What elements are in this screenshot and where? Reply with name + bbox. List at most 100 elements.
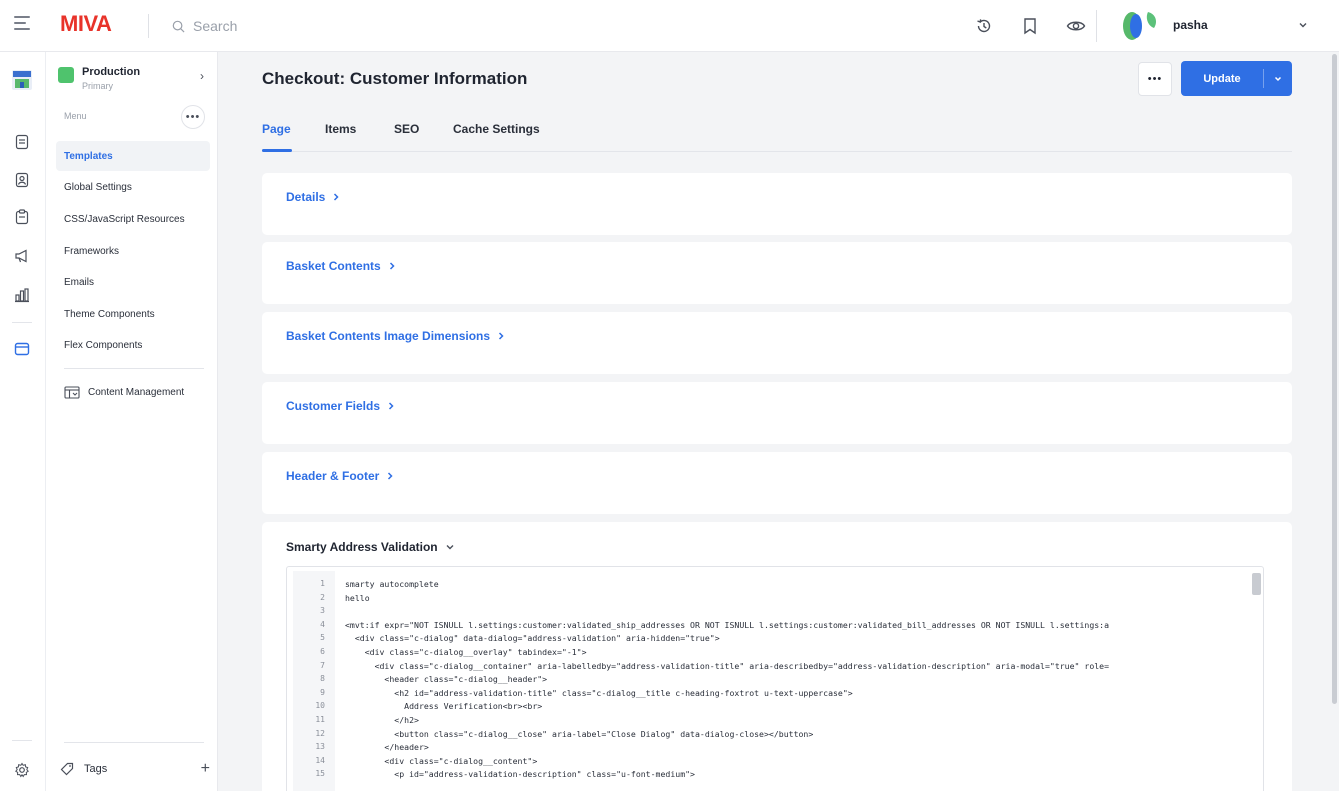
tab-items[interactable]: Items (325, 122, 356, 136)
section-header-footer[interactable]: Header & Footer (262, 452, 1292, 514)
topbar-divider (1096, 10, 1097, 42)
menu-label: Menu (64, 111, 87, 121)
tab-page[interactable]: Page (262, 122, 291, 136)
chevron-down-icon[interactable] (1296, 18, 1310, 32)
sidebar-divider (64, 368, 204, 369)
tag-icon (60, 762, 74, 776)
page-title: Checkout: Customer Information (262, 69, 528, 88)
more-actions-button[interactable]: ••• (1138, 62, 1172, 96)
line-number: 12 (315, 728, 325, 738)
store-switcher[interactable]: Production Primary › (58, 66, 210, 96)
chevron-right-icon (388, 472, 393, 480)
line-number: 14 (315, 755, 325, 765)
section-toggle[interactable]: Smarty Address Validation (286, 540, 455, 554)
history-icon[interactable] (972, 14, 996, 38)
chevron-down-icon (446, 545, 454, 550)
store-color-swatch (58, 67, 74, 83)
miva-logo[interactable]: MIVA (60, 10, 120, 36)
tags-label[interactable]: Tags (84, 763, 107, 775)
avatar[interactable] (1120, 8, 1160, 42)
orders-icon[interactable] (12, 132, 32, 152)
analytics-icon[interactable] (12, 285, 32, 305)
line-number: 15 (315, 769, 325, 779)
chevron-right-icon: › (200, 69, 204, 83)
chevron-right-icon (389, 262, 395, 270)
code-line[interactable]: smarty autocomplete (345, 579, 439, 589)
code-line[interactable]: <header class="c-dialog__header"> (345, 674, 547, 684)
store-name: Production (82, 66, 141, 78)
code-line[interactable]: <div class="c-dialog" data-dialog="addre… (345, 633, 720, 643)
line-number: 11 (315, 715, 325, 724)
customers-icon[interactable] (12, 170, 32, 190)
sidebar-item-global-settings[interactable]: Global Settings (56, 172, 210, 202)
code-line[interactable]: <h2 id="address-validation-title" class=… (345, 688, 852, 698)
chevron-right-icon (334, 193, 339, 201)
gear-icon[interactable] (12, 760, 32, 780)
tags-section: Tags + (60, 760, 210, 778)
line-number: 6 (320, 647, 325, 656)
line-number: 9 (320, 687, 325, 697)
bookmark-icon[interactable] (1018, 14, 1042, 38)
line-number: 8 (320, 674, 325, 684)
line-number: 5 (320, 633, 325, 643)
page-scrollbar[interactable] (1331, 52, 1339, 791)
line-number: 13 (315, 742, 325, 752)
section-basket-contents-image-dimensions[interactable]: Basket Contents Image Dimensions (262, 312, 1292, 374)
code-line[interactable]: <p id="address-validation-description" c… (345, 769, 695, 779)
sidebar-item-templates[interactable]: Templates (56, 141, 210, 171)
content-management-label: Content Management (88, 387, 185, 398)
sidebar-divider (64, 742, 204, 743)
section-title: Details (286, 190, 326, 204)
section-details[interactable]: Details (262, 173, 1292, 235)
megaphone-icon[interactable] (12, 246, 32, 266)
svg-text:MIVA: MIVA (60, 11, 112, 36)
rail-divider (12, 740, 32, 741)
code-line[interactable]: <div class="c-dialog__content"> (345, 756, 537, 766)
sidebar-item-frameworks[interactable]: Frameworks (56, 236, 210, 266)
clipboard-icon[interactable] (12, 207, 32, 227)
code-line[interactable]: <div class="c-dialog__overlay" tabindex=… (345, 647, 587, 657)
tab-cache-settings[interactable]: Cache Settings (453, 122, 540, 136)
design-icon[interactable] (12, 339, 32, 359)
user-name[interactable]: pasha (1173, 18, 1208, 32)
tab-seo[interactable]: SEO (394, 122, 419, 136)
sidebar-item-content-management[interactable]: Content Management (64, 386, 184, 399)
sidebar-item-emails[interactable]: Emails (56, 267, 210, 297)
section-smarty-address-validation: Smarty Address Validation 1 2 3 4 5 6 7 8 9 10 11 1… (262, 522, 1292, 791)
line-number: 1 (320, 579, 325, 588)
topbar-divider (148, 14, 149, 38)
code-line[interactable]: Address Verification<br><br> (345, 701, 542, 711)
search-icon (172, 20, 185, 32)
sidebar-item-css-javascript-resources[interactable]: CSS/JavaScript Resources (56, 204, 210, 234)
editor-scrollbar[interactable] (1252, 573, 1261, 595)
code-line[interactable]: <button class="c-dialog__close" aria-lab… (345, 729, 813, 739)
eye-icon[interactable] (1064, 14, 1088, 38)
code-line[interactable]: </header> (345, 742, 428, 752)
code-editor[interactable]: 1 2 3 4 5 6 7 8 9 10 11 12 13 14 15 smarty autocomplet… (286, 566, 1264, 791)
sidebar-item-flex-components[interactable]: Flex Components (56, 330, 210, 360)
update-button[interactable]: Update (1181, 61, 1292, 96)
line-number: 7 (320, 660, 325, 670)
line-number-gutter: 1 2 3 4 5 6 7 8 9 10 11 12 13 14 15 (293, 571, 335, 791)
add-tag-button[interactable]: + (201, 760, 210, 778)
menu-options-button[interactable]: ••• (181, 105, 205, 129)
rail-divider (12, 322, 32, 323)
content-management-icon (64, 386, 80, 399)
main-content: Checkout: Customer Information ••• Updat… (218, 52, 1339, 791)
section-customer-fields[interactable]: Customer Fields (262, 382, 1292, 444)
page-scrollbar-thumb[interactable] (1332, 54, 1337, 704)
section-basket-contents[interactable]: Basket Contents (262, 242, 1292, 304)
chevron-down-icon[interactable] (1264, 61, 1292, 96)
menu-toggle-icon[interactable] (14, 16, 32, 36)
chevron-right-icon (499, 332, 504, 340)
sidebar-item-theme-components[interactable]: Theme Components (56, 299, 210, 329)
code-line[interactable]: <mvt:if expr="NOT ISNULL l.settings:cust… (345, 620, 1109, 630)
code-line[interactable]: </h2> (345, 715, 419, 725)
app-rail (0, 52, 46, 791)
storefront-icon[interactable] (11, 68, 33, 92)
top-bar: MIVA Search pasha (0, 0, 1339, 52)
code-line[interactable]: <div class="c-dialog__container" aria-la… (345, 661, 1109, 671)
code-line[interactable]: hello (345, 593, 370, 603)
sidebar: Production Primary › Menu ••• Templates … (46, 52, 218, 791)
search-field[interactable]: Search (172, 14, 412, 38)
